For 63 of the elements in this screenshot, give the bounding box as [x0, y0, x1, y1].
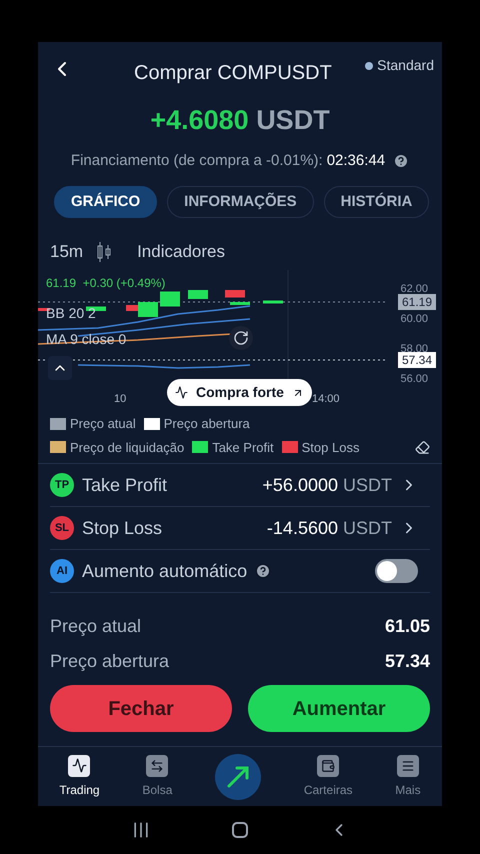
account-type: Standard: [377, 56, 434, 75]
nav-item[interactable]: Carteiras: [304, 754, 353, 798]
legend-label: Take Profit: [212, 438, 274, 456]
candlestick-icon: [97, 242, 112, 262]
time-axis-label: 10: [114, 392, 126, 407]
candle: [225, 290, 245, 298]
setting-label: Aumento automático: [82, 560, 248, 582]
setting-value[interactable]: +56.0000 USDT: [262, 472, 418, 498]
center-action-button[interactable]: [215, 754, 262, 800]
tab[interactable]: HISTÓRIA: [324, 186, 430, 218]
price-axis-label: 60.00: [400, 314, 428, 325]
price-tag: 61.19: [398, 294, 436, 310]
interval-button[interactable]: 15m: [50, 239, 84, 265]
candle: [230, 302, 250, 305]
chart-icon: [68, 754, 90, 776]
tab[interactable]: GRÁFICO: [54, 186, 158, 218]
badge-icon: AI: [50, 559, 74, 583]
wallet-icon: [317, 754, 340, 776]
stat-label: Preço abertura: [50, 650, 170, 673]
price-axis-label: 58.00: [400, 344, 428, 355]
funding-label: Financiamento (de compra a -0.01%):: [70, 150, 323, 170]
stat-label: Preço atual: [50, 615, 142, 638]
collapse-button[interactable]: [48, 356, 72, 380]
legend-label: Preço atual: [70, 415, 136, 433]
pnl-amount: +4.6080 USDT: [150, 104, 330, 137]
badge-icon: TP: [50, 473, 74, 497]
tab[interactable]: INFORMAÇÕES: [167, 186, 314, 218]
nav-item[interactable]: Mais: [395, 754, 421, 798]
page-title: Comprar COMPUSDT: [134, 61, 332, 86]
legend-label: Stop Loss: [302, 438, 360, 457]
time-axis-label: 14:00: [312, 392, 340, 407]
close-button[interactable]: Fechar: [50, 685, 232, 732]
nav-item[interactable]: Bolsa: [142, 754, 172, 798]
candle: [263, 300, 283, 304]
price-axis-label: 56.00: [400, 374, 428, 385]
stat-value: 61.05: [384, 615, 430, 638]
setting-label: Stop Loss: [82, 516, 162, 540]
exchange-icon: [146, 754, 168, 776]
nav-item[interactable]: Trading: [59, 754, 100, 798]
badge-icon: SL: [50, 516, 74, 540]
funding-countdown: 02:36:44: [326, 150, 386, 170]
help-icon: [393, 152, 410, 169]
reset-button[interactable]: [229, 326, 253, 350]
reset-icon: [233, 330, 249, 346]
candle: [188, 290, 208, 299]
pulse-icon: [175, 386, 188, 399]
signal-pill[interactable]: Compra forte: [167, 379, 312, 406]
help-icon: [255, 563, 272, 579]
price-tag: 57.34: [398, 352, 436, 368]
price-axis-label: 62.00: [400, 284, 428, 295]
increase-button[interactable]: Aumentar: [248, 685, 430, 732]
indicators-button[interactable]: Indicadores: [137, 239, 225, 265]
candle: [160, 292, 180, 306]
toggle-switch[interactable]: [375, 559, 418, 583]
setting-label: Take Profit: [82, 474, 168, 496]
eraser-icon: [415, 440, 430, 455]
setting-value[interactable]: -14.5600 USDT: [266, 514, 418, 542]
legend-label: Preço de liquidação: [70, 438, 184, 457]
menu-icon: [396, 754, 419, 776]
legend-label: Preço abertura: [164, 415, 250, 433]
home-icon[interactable]: [232, 822, 248, 838]
stat-value: 57.34: [384, 650, 430, 673]
ohlc-readout: 61.19 +0.30 (+0.49%): [46, 275, 166, 292]
